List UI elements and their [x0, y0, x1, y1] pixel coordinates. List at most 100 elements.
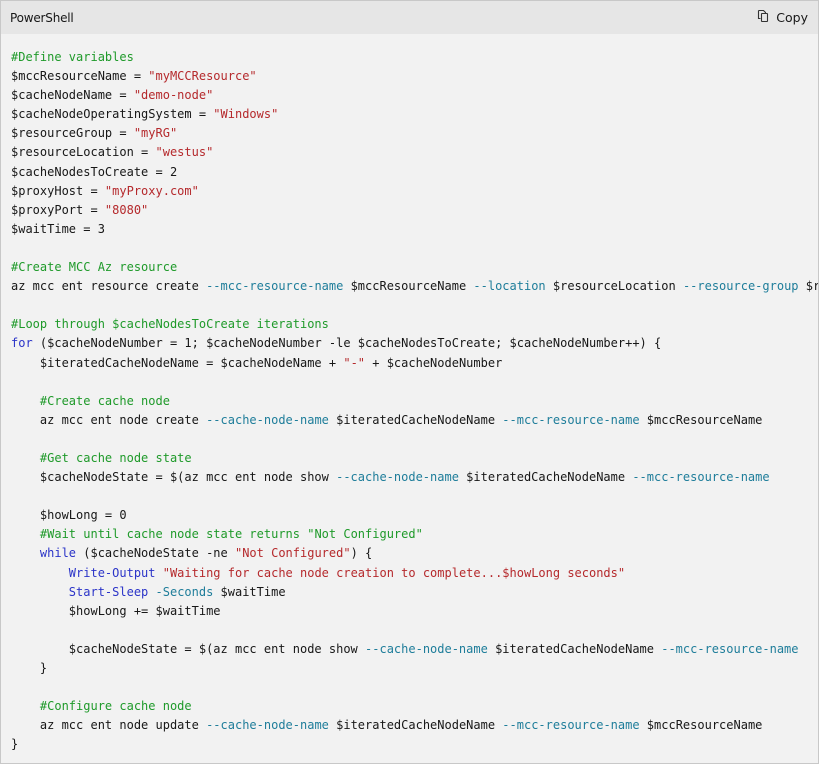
code-line: #Configure cache node [11, 697, 818, 716]
code-line: $proxyHost = "myProxy.com" [11, 182, 818, 201]
copy-icon [756, 9, 770, 26]
comment-token: #Wait until cache node state returns "No… [39, 527, 423, 542]
code-line: $howLong += $waitTime [11, 602, 818, 621]
code-line: $resourceGroup = "myRG" [11, 124, 818, 143]
parameter-token: --mcc-resource-name [502, 718, 640, 733]
code-line: #Create MCC Az resource [11, 258, 818, 277]
string-token: "Waiting for cache node creation to comp… [162, 565, 626, 580]
code-line: $mccResourceName = "myMCCResource" [11, 67, 818, 86]
code-text: ($cacheNodeNumber = 1; $cacheNodeNumber … [32, 336, 662, 351]
parameter-token: --mcc-resource-name [502, 412, 640, 427]
code-line: $iteratedCacheNodeName = $cacheNodeName … [11, 354, 818, 373]
code-line: $cacheNodeOperatingSystem = "Windows" [11, 105, 818, 124]
keyword-token: Write-Output [68, 565, 156, 580]
code-block-header: PowerShell Copy [1, 1, 818, 34]
code-text: $cacheNodeState = $(az mcc ent node show [11, 470, 337, 485]
code-line: az mcc ent resource create --mcc-resourc… [11, 277, 818, 296]
code-line: #Create cache node [11, 392, 818, 411]
parameter-token: --cache-node-name [336, 470, 459, 485]
code-text: $iteratedCacheNodeName [328, 718, 503, 733]
code-text: $cacheNodeName = [11, 88, 134, 103]
code-text: $resourceLocation [545, 279, 683, 294]
parameter-token: --cache-node-name [206, 718, 329, 733]
comment-token: #Loop through $cacheNodesToCreate iterat… [11, 317, 329, 332]
code-text: $waitTime = 3 [11, 221, 105, 236]
code-text: $howLong += $waitTime [11, 603, 221, 618]
string-token: "-" [343, 355, 366, 370]
string-token: "8080" [104, 202, 149, 217]
code-text: ($cacheNodeState -ne [76, 546, 235, 561]
code-text: $waitTime [213, 584, 286, 599]
parameter-token: --resource-group [682, 279, 799, 294]
code-line: Start-Sleep -Seconds $waitTime [11, 583, 818, 602]
copy-button[interactable]: Copy [756, 9, 808, 26]
code-text: $cacheNodesToCreate = 2 [11, 164, 178, 179]
code-text: $resourceGroup = [11, 126, 134, 141]
code-line: $cacheNodeState = $(az mcc ent node show… [11, 468, 818, 487]
code-text: $cacheNodeOperatingSystem = [11, 107, 214, 122]
code-text: $mccResourceName [343, 279, 474, 294]
string-token: "Not Configured" [234, 546, 351, 561]
code-text: $proxyHost = [11, 183, 105, 198]
string-token: "myProxy.com" [104, 183, 199, 198]
comment-token: #Define variables [11, 50, 134, 64]
code-text: $mccResourceName = [11, 69, 149, 84]
code-line: #Define variables [11, 48, 818, 67]
parameter-token: --cache-node-name [206, 412, 329, 427]
code-text: $iteratedCacheNodeName [487, 641, 662, 656]
code-text: az mcc ent node create [11, 412, 207, 427]
code-line: while ($cacheNodeState -ne "Not Configur… [11, 544, 818, 563]
comment-token: #Configure cache node [39, 699, 192, 714]
comment-token: #Get cache node state [39, 450, 192, 465]
keyword-token: for [11, 336, 33, 351]
code-text: $mccResourceName [639, 412, 763, 427]
language-label: PowerShell [10, 10, 74, 25]
code-text: $proxyPort = [11, 202, 105, 217]
code-line: $proxyPort = "8080" [11, 201, 818, 220]
code-text: $resourceGroup [805, 279, 818, 294]
code-line: #Get cache node state [11, 449, 818, 468]
code-line: for ($cacheNodeNumber = 1; $cacheNodeNum… [11, 334, 818, 353]
code-line: } [11, 659, 818, 678]
keyword-token: while [39, 546, 77, 561]
string-token: "myRG" [133, 126, 178, 141]
parameter-token: --cache-node-name [365, 641, 488, 656]
code-line: $resourceLocation = "westus" [11, 143, 818, 162]
code-line: $cacheNodeName = "demo-node" [11, 86, 818, 105]
string-token: "Windows" [213, 107, 279, 122]
code-text: ) { [350, 546, 373, 561]
code-line: $howLong = 0 [11, 506, 818, 525]
code-text: $cacheNodeState = $(az mcc ent node show [11, 641, 366, 656]
code-line: az mcc ent node create --cache-node-name… [11, 411, 818, 430]
parameter-token: --mcc-resource-name [661, 641, 799, 656]
code-line: #Wait until cache node state returns "No… [11, 525, 818, 544]
code-line: $cacheNodesToCreate = 2 [11, 163, 818, 182]
code-text: az mcc ent resource create [11, 279, 207, 294]
comment-token: #Create MCC Az resource [11, 260, 178, 275]
keyword-token: Start-Sleep [68, 584, 149, 599]
code-text: az mcc ent node update [11, 718, 207, 733]
parameter-token: --mcc-resource-name [632, 470, 770, 485]
code-block: PowerShell Copy #Define variables $mccRes… [0, 0, 819, 764]
code-text: $iteratedCacheNodeName [328, 412, 503, 427]
code-content: #Define variables $mccResourceName = "myM… [1, 34, 818, 754]
parameter-token: -Seconds [155, 584, 214, 599]
comment-token: #Create cache node [39, 393, 170, 408]
string-token: "demo-node" [133, 88, 214, 103]
code-line: $cacheNodeState = $(az mcc ent node show… [11, 640, 818, 659]
code-text: $iteratedCacheNodeName [458, 470, 633, 485]
